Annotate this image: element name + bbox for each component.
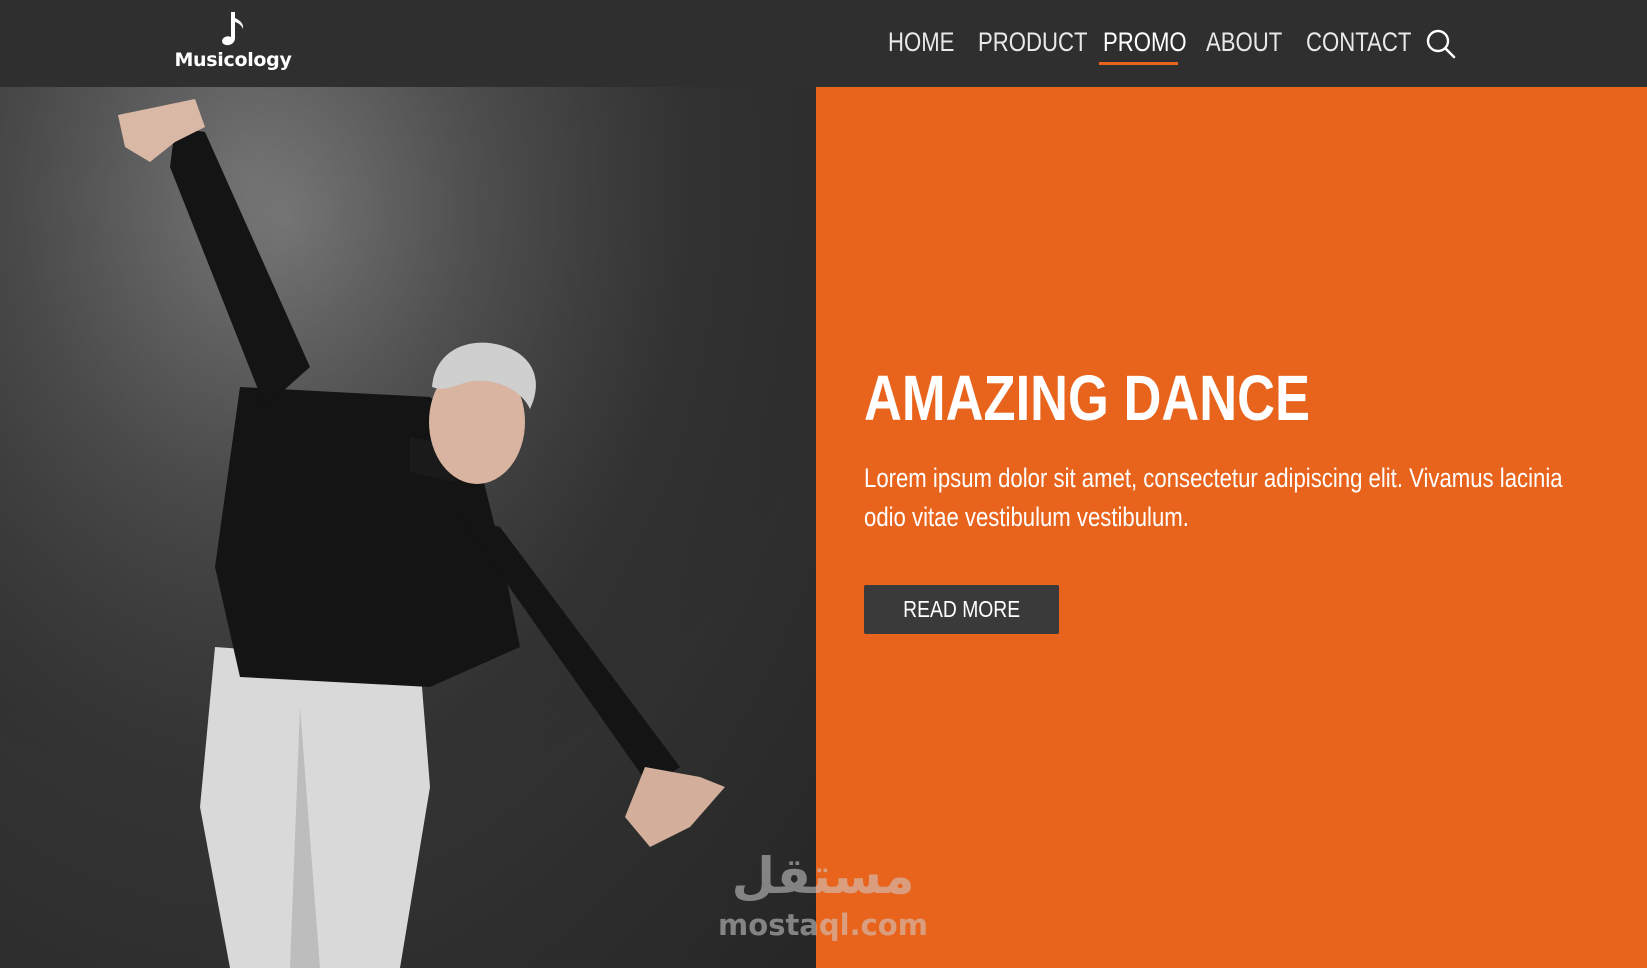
nav-promo[interactable]: PROMO [1103, 20, 1187, 64]
watermark-latin: mostaql.com [718, 908, 928, 942]
dancer-illustration [0, 87, 816, 968]
nav-about[interactable]: ABOUT [1206, 20, 1282, 64]
read-more-label: READ MORE [902, 596, 1020, 622]
dancer-photo [0, 87, 816, 968]
nav-product[interactable]: PRODUCT [978, 20, 1087, 64]
nav-home[interactable]: HOME [888, 20, 954, 64]
active-nav-indicator [1099, 62, 1178, 65]
music-note-icon [222, 12, 244, 46]
hero-description: Lorem ipsum dolor sit amet, consectetur … [864, 463, 1563, 532]
nav-contact[interactable]: CONTACT [1306, 20, 1411, 64]
hero-title: AMAZING DANCE [864, 362, 1311, 434]
brand-name: Musicology [174, 49, 292, 71]
brand-logo[interactable]: Musicology [172, 10, 294, 76]
search-icon[interactable] [1425, 28, 1457, 60]
top-navbar: Musicology HOME PRODUCT PROMO ABOUT CONT… [0, 0, 1647, 87]
read-more-button[interactable]: READ MORE [864, 585, 1059, 634]
watermark: مستقل mostaql.com [718, 846, 928, 946]
watermark-arabic: مستقل [731, 847, 915, 905]
